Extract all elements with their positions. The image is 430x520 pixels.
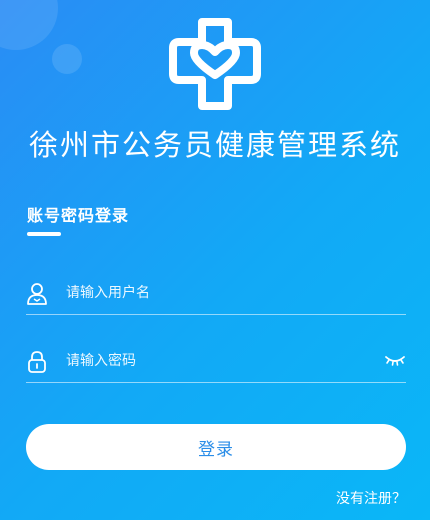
password-field: [26, 342, 406, 383]
login-screen: 徐州市公务员健康管理系统 账号密码登录 登录 没有注册？: [0, 0, 430, 520]
app-title: 徐州市公务员健康管理系统: [28, 128, 401, 162]
password-input[interactable]: [66, 346, 366, 376]
register-link[interactable]: 没有注册？: [320, 488, 406, 508]
tab-label: 账号密码登录: [27, 206, 130, 225]
username-field: [26, 274, 406, 315]
user-icon: [27, 283, 47, 305]
tab-active-indicator: [27, 232, 61, 236]
tab-account-password-login[interactable]: 账号密码登录: [27, 202, 130, 236]
lock-icon: [28, 351, 46, 373]
medical-cross-heart-icon: [169, 18, 261, 110]
eye-closed-icon[interactable]: [384, 352, 406, 368]
login-button[interactable]: 登录: [26, 424, 406, 470]
decorative-bubble: [0, 0, 58, 50]
decorative-bubble: [52, 44, 82, 74]
username-input[interactable]: [66, 278, 366, 308]
